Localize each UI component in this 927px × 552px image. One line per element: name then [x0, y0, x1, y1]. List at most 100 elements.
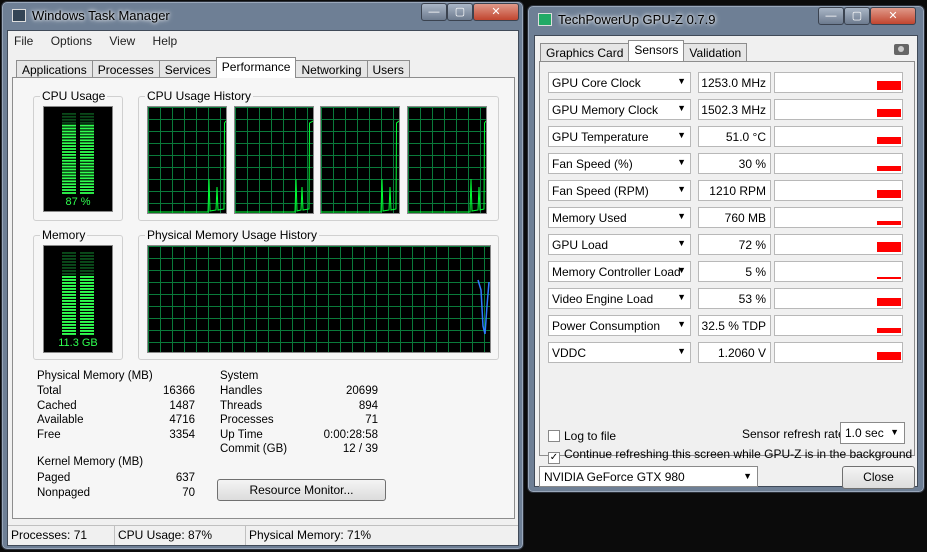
- sensor-name-select[interactable]: GPU Load ▼: [548, 234, 691, 255]
- continue-refresh-checkbox[interactable]: ✓ Continue refreshing this screen while G…: [548, 447, 912, 464]
- sensor-graph: [774, 288, 903, 309]
- tab-applications[interactable]: Applications: [16, 60, 93, 78]
- stat-name: Nonpaged: [37, 486, 91, 499]
- sensor-name: Fan Speed (RPM): [552, 184, 649, 198]
- sensors-page: GPU Core Clock ▼ 1253.0 MHz GPU Memory Cloc…: [539, 61, 915, 464]
- chevron-down-icon: ▼: [677, 292, 686, 302]
- sensor-row: GPU Temperature ▼ 51.0 °C: [548, 126, 910, 148]
- gpu-select[interactable]: NVIDIA GeForce GTX 980 ▼: [539, 466, 758, 487]
- status-bar: Processes: 71 CPU Usage: 87% Physical Me…: [8, 525, 518, 545]
- sensor-value: 1502.3 MHz: [698, 99, 771, 120]
- sensor-name-select[interactable]: Power Consumption ▼: [548, 315, 691, 336]
- gpuz-close-button[interactable]: ✕: [870, 7, 916, 25]
- sensor-graph-bars: [877, 137, 901, 144]
- camera-icon[interactable]: [894, 44, 909, 55]
- minimize-button[interactable]: —: [421, 3, 447, 21]
- kernel-memory-stats: Kernel Memory (MB) Paged 637 Nonpaged 70: [37, 456, 195, 501]
- menu-file[interactable]: File: [14, 34, 33, 48]
- physical-memory-label: Physical Memory (MB): [37, 370, 153, 382]
- maximize-button[interactable]: ▢: [447, 3, 473, 21]
- sensor-graph: [774, 99, 903, 120]
- tab-services[interactable]: Services: [158, 60, 217, 78]
- sensor-graph: [774, 234, 903, 255]
- tab-validation[interactable]: Validation: [683, 43, 748, 61]
- gpuz-minimize-button[interactable]: —: [818, 7, 844, 25]
- sensor-value: 1210 RPM: [698, 180, 771, 201]
- sensor-graph: [774, 180, 903, 201]
- gpu-select-value: NVIDIA GeForce GTX 980: [544, 470, 685, 484]
- gpuz-titlebar[interactable]: TechPowerUp GPU-Z 0.7.9 — ▢ ✕: [528, 6, 924, 34]
- menu-help[interactable]: Help: [153, 34, 178, 48]
- kernel-memory-label: Kernel Memory (MB): [37, 456, 144, 468]
- sensor-name: GPU Core Clock: [552, 76, 641, 90]
- gpuz-close-dialog-button[interactable]: Close: [842, 466, 915, 489]
- stat-value: 1487: [169, 399, 195, 412]
- stat-value: 0:00:28:58: [323, 428, 378, 441]
- sensor-name-select[interactable]: GPU Memory Clock ▼: [548, 99, 691, 120]
- sensor-name-select[interactable]: Video Engine Load ▼: [548, 288, 691, 309]
- sensor-value: 5 %: [698, 261, 771, 282]
- tab-performance[interactable]: Performance: [215, 57, 297, 78]
- sensor-level-bar: [877, 166, 901, 171]
- sensor-name-select[interactable]: Fan Speed (%) ▼: [548, 153, 691, 174]
- stat-value: 20699: [346, 385, 378, 397]
- status-cpu-usage: CPU Usage: 87%: [115, 526, 246, 545]
- stat-value: 3354: [169, 428, 195, 441]
- stat-row: Paged 637: [37, 472, 195, 487]
- sensor-value: 1253.0 MHz: [698, 72, 771, 93]
- stat-value: 637: [175, 472, 195, 484]
- sensor-row: GPU Memory Clock ▼ 1502.3 MHz: [548, 99, 910, 121]
- sensor-name-select[interactable]: GPU Temperature ▼: [548, 126, 691, 147]
- gpuz-client: Graphics Card Sensors Validation GPU Cor…: [534, 35, 918, 489]
- sensor-value: 51.0 °C: [698, 126, 771, 147]
- memory-history-group: Physical Memory Usage History: [138, 228, 499, 360]
- sensor-level-bar: [877, 298, 901, 306]
- chevron-down-icon: ▼: [677, 184, 686, 194]
- sensor-row: GPU Core Clock ▼ 1253.0 MHz: [548, 72, 910, 94]
- sensor-refresh-select[interactable]: 1.0 sec ▼: [840, 422, 905, 444]
- memory-meter: 11.3 GB: [43, 245, 113, 353]
- task-manager-titlebar[interactable]: Windows Task Manager — ▢ ✕: [2, 2, 523, 30]
- chevron-down-icon: ▼: [890, 427, 899, 437]
- gpuz-maximize-button[interactable]: ▢: [844, 7, 870, 25]
- cpu-core-3-graph: [407, 106, 487, 214]
- sensor-row: Memory Controller Load ▼ 5 %: [548, 261, 910, 283]
- chevron-down-icon: ▼: [677, 319, 686, 329]
- sensor-level-bar: [877, 190, 901, 198]
- gpuz-tabs: Graphics Card Sensors Validation: [540, 40, 748, 61]
- close-button[interactable]: ✕: [473, 3, 519, 21]
- tab-processes[interactable]: Processes: [91, 60, 160, 78]
- task-manager-window: Windows Task Manager — ▢ ✕ File Options …: [1, 1, 524, 550]
- tab-graphics-card[interactable]: Graphics Card: [540, 43, 630, 61]
- sensor-name-select[interactable]: Memory Used ▼: [548, 207, 691, 228]
- sensor-graph: [774, 153, 903, 174]
- cpu-core-1-line: [235, 120, 314, 213]
- sensor-value: 1.2060 V: [698, 342, 771, 363]
- tab-users[interactable]: Users: [366, 60, 410, 78]
- sensor-name-select[interactable]: VDDC ▼: [548, 342, 691, 363]
- stat-value: 4716: [169, 414, 195, 426]
- log-to-file-checkbox[interactable]: Log to file: [548, 429, 616, 443]
- task-manager-client: File Options View Help Applications Proc…: [7, 30, 519, 546]
- memory-history-line: [477, 279, 490, 335]
- sensor-name-select[interactable]: GPU Core Clock ▼: [548, 72, 691, 93]
- sensor-name-select[interactable]: Memory Controller Load ▼: [548, 261, 691, 282]
- task-manager-title: Windows Task Manager: [32, 8, 170, 23]
- sensor-graph: [774, 126, 903, 147]
- chevron-down-icon: ▼: [677, 76, 686, 86]
- sensor-graph: [774, 72, 903, 93]
- sensor-name-select[interactable]: Fan Speed (RPM) ▼: [548, 180, 691, 201]
- sensor-name: VDDC: [552, 346, 587, 360]
- gpuz-app-icon: [538, 13, 552, 26]
- tab-sensors[interactable]: Sensors: [628, 40, 685, 61]
- menu-options[interactable]: Options: [51, 34, 92, 48]
- menu-view[interactable]: View: [109, 34, 135, 48]
- sensor-level-bar: [877, 352, 901, 360]
- sensor-graph-bars: [877, 190, 901, 198]
- sensor-name: GPU Memory Clock: [552, 103, 659, 117]
- sensor-value: 760 MB: [698, 207, 771, 228]
- resource-monitor-button[interactable]: Resource Monitor...: [217, 479, 386, 501]
- stat-row: Threads 894: [220, 400, 378, 415]
- sensor-graph-bars: [877, 166, 901, 171]
- tab-networking[interactable]: Networking: [295, 60, 368, 78]
